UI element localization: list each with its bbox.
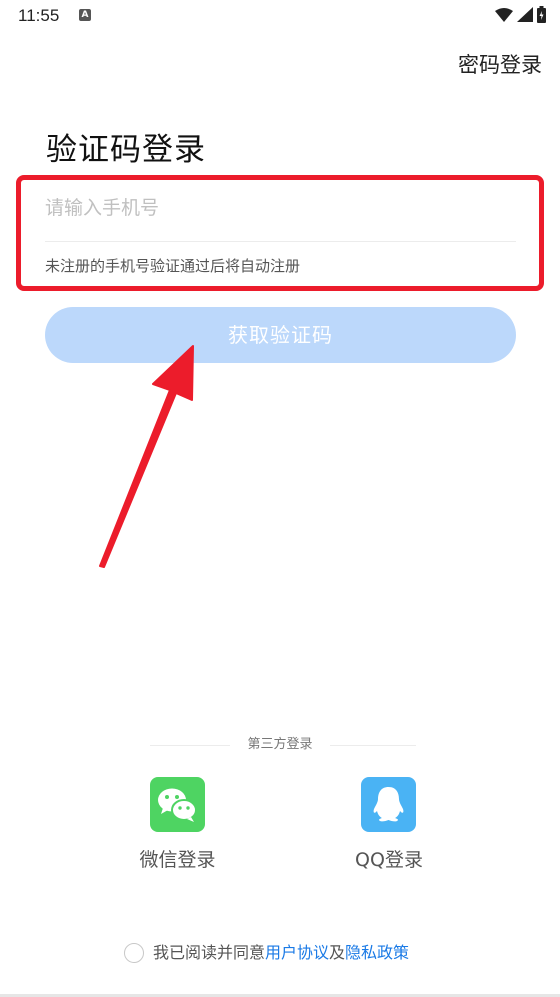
arrow-shape — [99, 345, 194, 568]
status-time: 11:55 — [18, 6, 60, 25]
third-party-divider-right — [330, 745, 416, 746]
agreement-prefix: 我已阅读并同意 — [153, 943, 266, 962]
agreement-row: 我已阅读并同意 用户协议 及 隐私政策 — [124, 941, 409, 965]
agreement-conjunction: 及 — [329, 943, 346, 962]
user-agreement-link[interactable]: 用户协议 — [265, 941, 329, 965]
signal-icon — [517, 7, 533, 22]
register-hint: 未注册的手机号验证通过后将自动注册 — [45, 257, 301, 275]
status-icons — [495, 6, 546, 23]
privacy-policy-link[interactable]: 隐私政策 — [345, 941, 409, 965]
wechat-login-label[interactable]: 微信登录 — [120, 846, 235, 874]
battery-icon — [537, 6, 546, 23]
agreement-checkbox[interactable] — [124, 943, 144, 963]
a-box-icon: A — [79, 9, 91, 21]
wifi-icon — [495, 7, 513, 22]
qq-icon — [373, 787, 404, 822]
third-party-label: 第三方登录 — [247, 737, 313, 752]
phone-input[interactable] — [45, 190, 515, 226]
qq-login-button[interactable] — [361, 777, 416, 832]
input-divider — [45, 241, 516, 242]
get-code-button[interactable]: 获取验证码 — [45, 307, 516, 363]
qq-login-label[interactable]: QQ登录 — [330, 846, 448, 874]
password-login-link[interactable]: 密码登录 — [458, 50, 542, 80]
wechat-login-button[interactable] — [150, 777, 205, 832]
third-party-divider-left — [150, 745, 230, 746]
wechat-icon — [158, 788, 197, 822]
page-title: 验证码登录 — [46, 132, 206, 168]
